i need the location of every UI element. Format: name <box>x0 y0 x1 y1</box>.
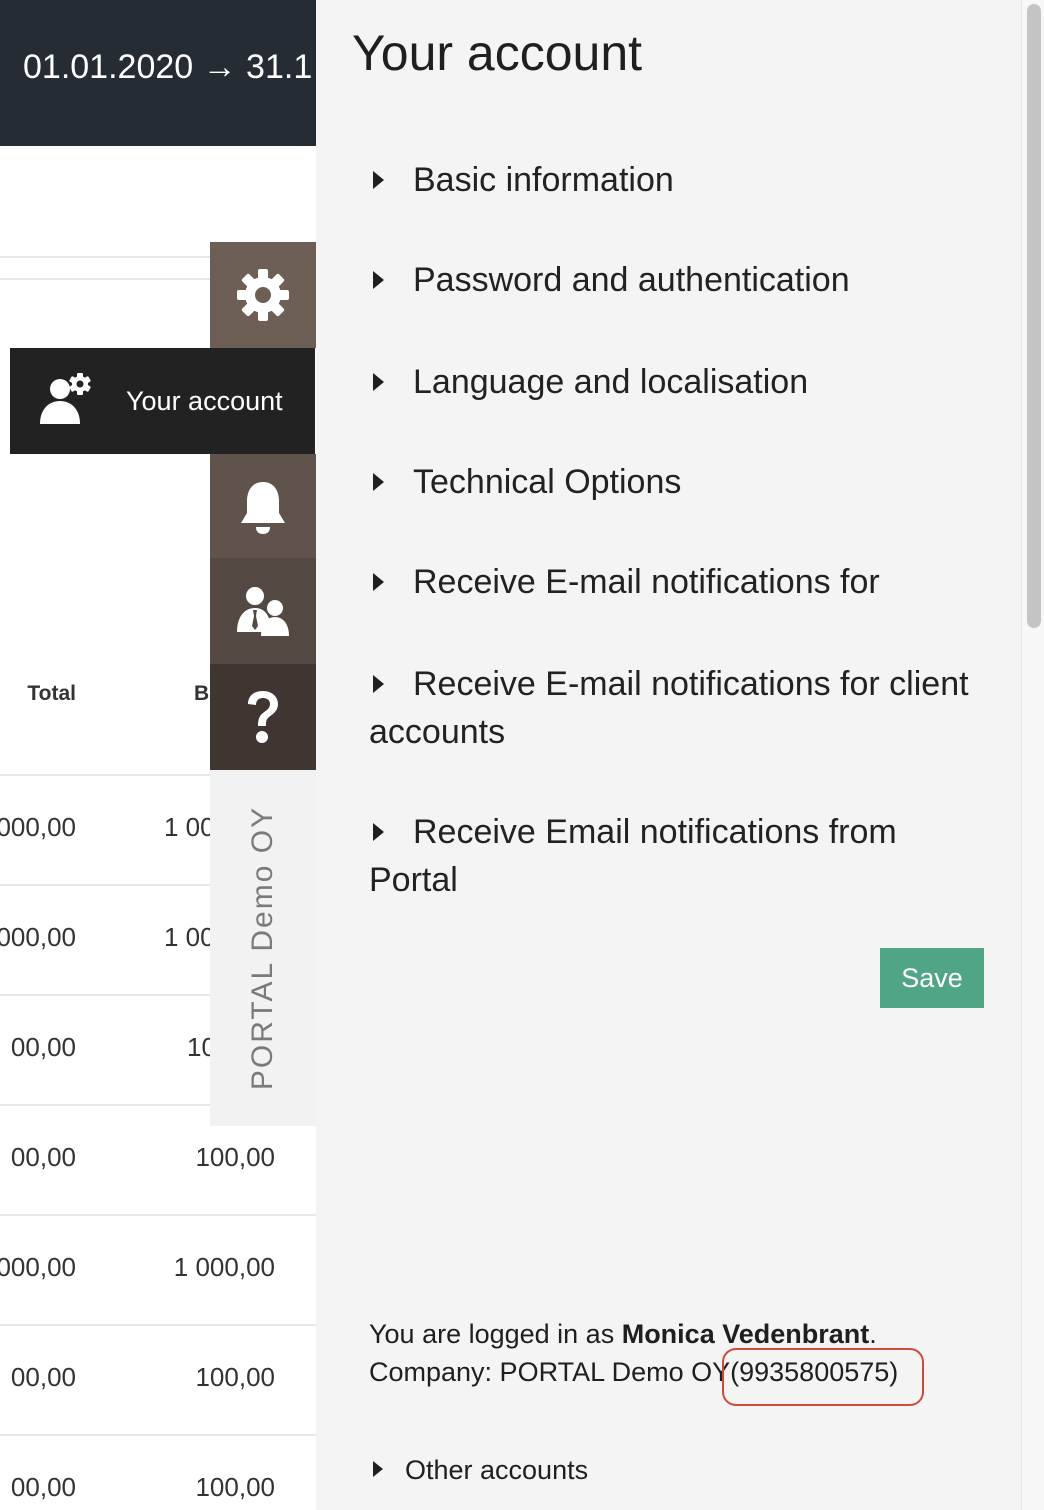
table-cell: 100,00 <box>195 1362 275 1392</box>
date-range-bar: 01.01.2020 → 31.1 <box>0 0 316 146</box>
table-cell: 00,00 <box>10 1032 76 1062</box>
settings-nav-button[interactable] <box>210 242 316 348</box>
section-label: Receive E-mail notifications for <box>413 563 880 601</box>
tooltip-label: Your account <box>126 385 283 416</box>
section-label: Password and authentication <box>413 261 850 299</box>
caret-right-icon <box>373 171 384 189</box>
panel-title: Your account <box>352 25 643 81</box>
caret-right-icon <box>373 573 384 591</box>
other-accounts-label: Other accounts <box>405 1455 589 1485</box>
scrollbar-thumb[interactable] <box>1027 4 1041 628</box>
section-label: Receive E-mail notifications for client … <box>369 665 969 751</box>
table-cell: 1 00 <box>164 922 215 952</box>
caret-right-icon <box>373 1461 383 1477</box>
section-basic-information[interactable]: Basic information <box>369 156 969 204</box>
section-technical-options[interactable]: Technical Options <box>369 458 969 506</box>
caret-right-icon <box>373 473 384 491</box>
help-nav-button[interactable] <box>210 664 316 770</box>
row-divider <box>0 1324 316 1326</box>
section-label: Basic information <box>413 161 674 199</box>
table-cell: 1 000,00 <box>173 1252 275 1282</box>
section-language-localisation[interactable]: Language and localisation <box>369 358 969 406</box>
table-cell: 100,00 <box>195 1472 275 1502</box>
table-cell: 00,00 <box>10 1142 76 1172</box>
section-label: Technical Options <box>413 463 682 501</box>
section-email-notifications[interactable]: Receive E-mail notifications for <box>369 558 969 606</box>
table-cell: 000,00 <box>0 812 76 842</box>
row-divider <box>0 1214 316 1216</box>
user-gear-icon <box>38 372 96 430</box>
save-button[interactable]: Save <box>880 948 984 1008</box>
gear-icon <box>237 269 289 321</box>
caret-right-icon <box>373 823 384 841</box>
section-email-notifications-portal[interactable]: Receive Email notifications from Portal <box>369 808 969 904</box>
section-email-notifications-client-accounts[interactable]: Receive E-mail notifications for client … <box>369 660 969 756</box>
date-range-text: 01.01.2020 → 31.1 <box>23 48 313 86</box>
your-account-tooltip[interactable]: Your account <box>10 348 315 454</box>
other-accounts-toggle[interactable]: Other accounts <box>369 1455 588 1486</box>
bell-icon <box>241 482 285 534</box>
people-icon <box>237 587 289 636</box>
table-cell: 00,00 <box>10 1472 76 1502</box>
section-password-authentication[interactable]: Password and authentication <box>369 256 969 304</box>
clients-nav-button[interactable] <box>210 558 316 664</box>
company-vertical-label: PORTAL Demo OY <box>246 805 279 1091</box>
table-cell: 1 00 <box>164 812 215 842</box>
caret-right-icon <box>373 675 384 693</box>
column-header-b: B <box>194 682 210 705</box>
notifications-nav-button[interactable] <box>210 454 316 560</box>
login-info: You are logged in as Monica Vedenbrant. … <box>369 1315 925 1406</box>
caret-right-icon <box>373 271 384 289</box>
caret-right-icon <box>373 373 384 391</box>
user-name: Monica Vedenbrant <box>621 1319 870 1349</box>
column-header-total: Total <box>27 682 76 705</box>
section-label: Receive Email notifications from Portal <box>369 813 897 899</box>
table-cell: 100,00 <box>195 1142 275 1172</box>
row-divider <box>0 1434 316 1436</box>
table-cell: 00,00 <box>10 1362 76 1392</box>
table-cell: 000,00 <box>0 1252 76 1282</box>
company-line: Company: PORTAL Demo OY(9935800575) <box>369 1348 925 1406</box>
question-icon <box>248 691 278 743</box>
table-cell: 000,00 <box>0 922 76 952</box>
company-id: (9935800575) <box>722 1348 925 1406</box>
section-label: Language and localisation <box>413 363 809 401</box>
account-panel: Your account Basic information Password … <box>316 0 1021 1510</box>
